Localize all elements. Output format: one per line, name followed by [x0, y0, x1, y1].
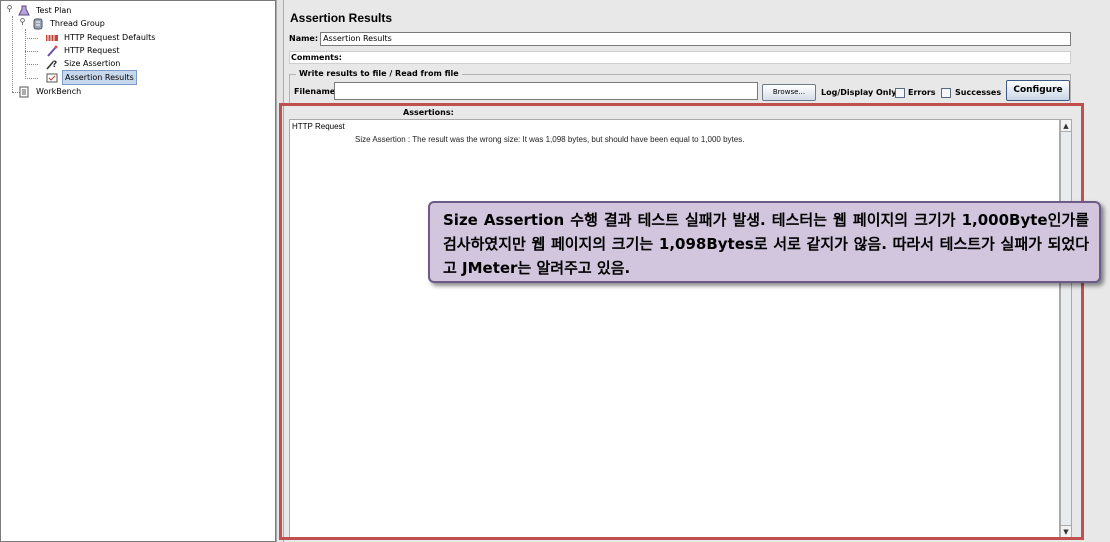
- expand-toggle-icon[interactable]: ⚲: [18, 18, 27, 27]
- thread-group-icon: [31, 18, 45, 30]
- tree-item-label: HTTP Request: [64, 46, 120, 55]
- tree-item-label: Assertion Results: [62, 70, 137, 85]
- assertions-label: Assertions:: [403, 108, 454, 117]
- test-plan-tree[interactable]: ⚲ ⚲ Test Plan Thread Group HTTP Request …: [0, 0, 276, 542]
- expand-toggle-icon[interactable]: ⚲: [5, 5, 14, 14]
- filename-label: Filename: [294, 87, 336, 96]
- config-element-icon: [45, 32, 59, 44]
- result-message: Size Assertion : The result was the wron…: [355, 135, 745, 144]
- results-scrollbar[interactable]: ▲ ▼: [1060, 119, 1072, 538]
- comments-field[interactable]: Comments:: [289, 51, 1071, 64]
- tree-item-test-plan[interactable]: Test Plan: [17, 4, 73, 17]
- name-row: Name:: [289, 31, 1071, 46]
- tree-item-size-assertion[interactable]: ? Size Assertion: [45, 57, 122, 70]
- write-results-legend: Write results to file / Read from file: [296, 69, 462, 78]
- listener-icon: [45, 72, 59, 84]
- workbench-icon: [17, 86, 31, 98]
- assertion-icon: ?: [45, 58, 59, 70]
- tree-item-label: Test Plan: [36, 6, 72, 15]
- tree-item-label: Thread Group: [50, 19, 105, 28]
- tree-item-label: WorkBench: [36, 87, 82, 96]
- successes-label: Successes: [955, 88, 1002, 97]
- errors-checkbox[interactable]: [895, 88, 905, 98]
- tree-item-thread-group[interactable]: Thread Group: [31, 17, 107, 30]
- scroll-up-arrow-icon[interactable]: ▲: [1061, 120, 1071, 132]
- scroll-down-arrow-icon[interactable]: ▼: [1061, 525, 1071, 537]
- tree-item-label: HTTP Request Defaults: [64, 33, 156, 42]
- panel-splitter[interactable]: [276, 0, 284, 542]
- tree-item-assertion-results[interactable]: Assertion Results: [45, 70, 137, 85]
- name-field[interactable]: [320, 31, 1071, 46]
- svg-text:?: ?: [52, 60, 57, 70]
- comments-label: Comments:: [291, 53, 342, 62]
- test-plan-icon: [17, 5, 31, 17]
- tree-item-label: Size Assertion: [64, 59, 121, 68]
- assertion-results-textarea[interactable]: HTTP Request Size Assertion : The result…: [289, 119, 1060, 538]
- browse-button[interactable]: Browse...: [762, 84, 816, 101]
- tree-item-http-request[interactable]: HTTP Request: [45, 44, 122, 57]
- log-display-only-label: Log/Display Only:: [821, 88, 900, 97]
- tree-item-workbench[interactable]: WorkBench: [17, 85, 83, 98]
- result-sampler-name: HTTP Request: [292, 122, 345, 131]
- filename-input[interactable]: [334, 82, 758, 100]
- errors-label: Errors: [908, 88, 936, 97]
- tree-item-http-request-defaults[interactable]: HTTP Request Defaults: [45, 31, 157, 44]
- annotation-callout: Size Assertion 수행 결과 테스트 실패가 발생. 테스터는 웹 …: [428, 201, 1101, 283]
- name-label: Name:: [289, 34, 319, 43]
- sampler-icon: [45, 45, 59, 57]
- panel-title: Assertion Results: [290, 11, 393, 25]
- configure-button[interactable]: Configure: [1006, 80, 1070, 101]
- successes-checkbox[interactable]: [941, 88, 951, 98]
- write-results-group: Write results to file / Read from file F…: [289, 69, 1071, 104]
